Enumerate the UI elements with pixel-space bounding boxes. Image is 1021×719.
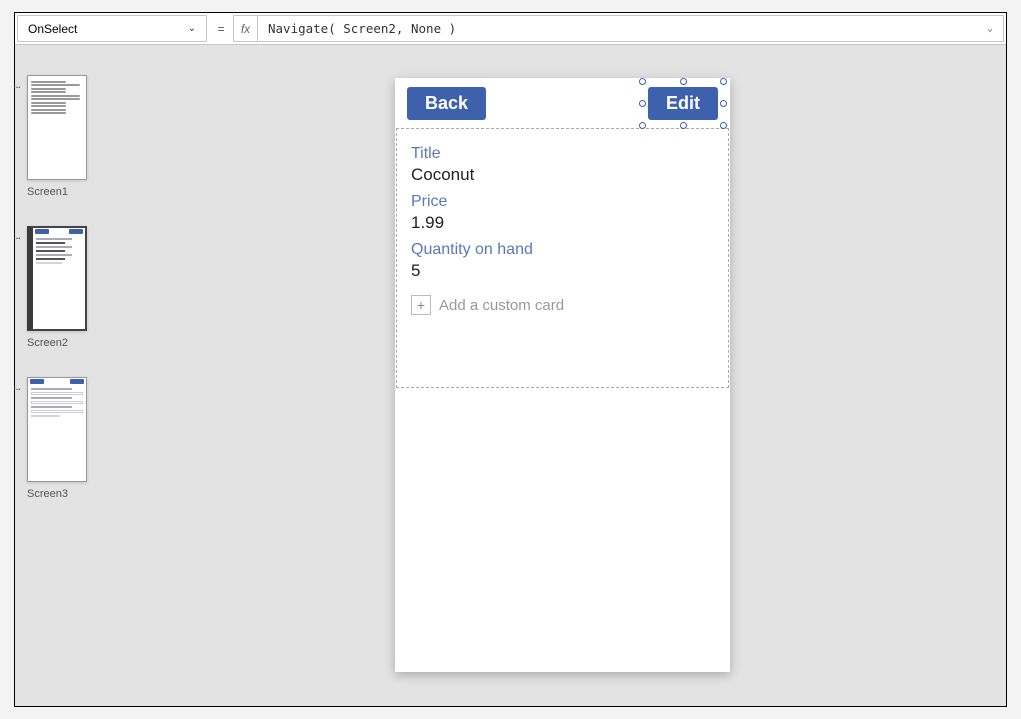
plus-icon: + <box>411 295 431 315</box>
edit-button[interactable]: Edit <box>648 87 718 120</box>
screen-thumbnail[interactable] <box>27 377 87 482</box>
display-form[interactable]: Title Coconut Price 1.99 Quantity on han… <box>396 128 729 388</box>
formula-input[interactable]: Navigate( Screen2, None ) ⌄ <box>257 15 1004 42</box>
property-name: OnSelect <box>28 22 77 36</box>
canvas-header: Back Edit <box>395 78 730 128</box>
formula-bar: OnSelect ⌄ = fx Navigate( Screen2, None … <box>15 13 1006 45</box>
canvas-screen[interactable]: Back Edit Title Coconut Price 1.99 Quant… <box>395 78 730 672</box>
more-icon[interactable]: ... <box>13 228 20 242</box>
field-label: Title <box>411 145 714 163</box>
screen-thumbnail-label: Screen1 <box>27 186 95 198</box>
field-value: 5 <box>411 261 714 281</box>
add-custom-card[interactable]: + Add a custom card <box>411 295 714 315</box>
screen-thumbnail-block: ... Screen2 <box>15 226 95 349</box>
formula-text: Navigate( Screen2, None ) <box>268 21 456 36</box>
screen-thumbnail-block: ... Screen1 <box>15 75 95 198</box>
back-button[interactable]: Back <box>407 87 486 120</box>
field-value: Coconut <box>411 165 714 185</box>
chevron-down-icon: ⌄ <box>188 23 196 34</box>
field-label: Quantity on hand <box>411 241 714 259</box>
equals-label: = <box>209 13 233 44</box>
field-value: 1.99 <box>411 213 714 233</box>
chevron-down-icon: ⌄ <box>987 23 993 34</box>
editor-frame: OnSelect ⌄ = fx Navigate( Screen2, None … <box>14 12 1007 707</box>
add-custom-card-label: Add a custom card <box>439 297 564 314</box>
back-button-label: Back <box>425 93 468 113</box>
screen-thumbnail-rail: ... Screen1 ... <box>15 45 95 706</box>
more-icon[interactable]: ... <box>13 379 20 393</box>
screen-thumbnail-label: Screen3 <box>27 488 95 500</box>
screen-thumbnail[interactable] <box>27 226 87 331</box>
workspace: ... Screen1 ... <box>15 45 1006 706</box>
field-label: Price <box>411 193 714 211</box>
screen-thumbnail[interactable] <box>27 75 87 180</box>
fx-label: fx <box>233 15 257 42</box>
more-icon[interactable]: ... <box>13 77 20 91</box>
property-dropdown[interactable]: OnSelect ⌄ <box>17 15 207 42</box>
screen-thumbnail-label: Screen2 <box>27 337 95 349</box>
edit-button-label: Edit <box>666 93 700 113</box>
screen-thumbnail-block: ... Screen3 <box>15 377 95 500</box>
